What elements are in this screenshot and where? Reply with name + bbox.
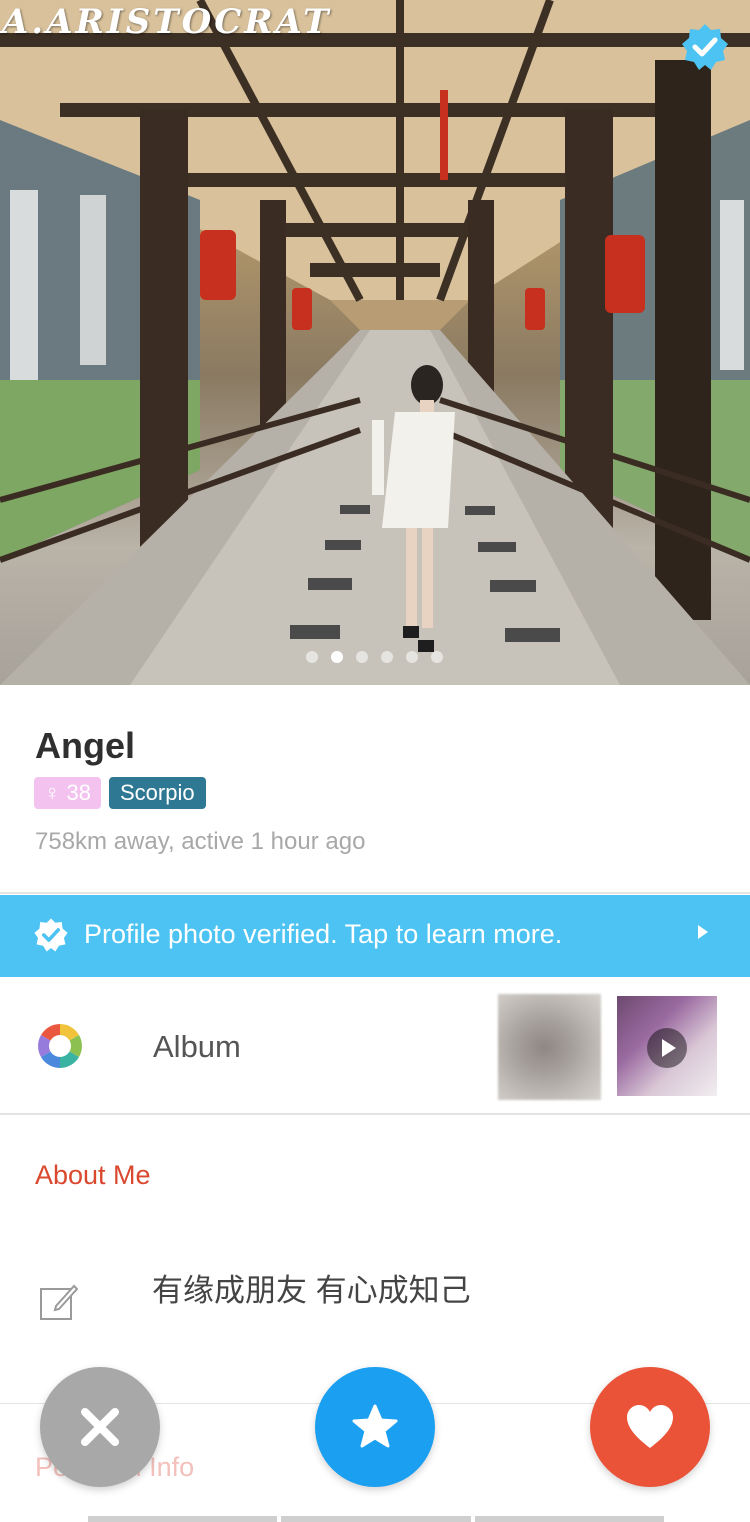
album-row[interactable]: Album (0, 979, 750, 1113)
page-dot[interactable] (356, 651, 368, 663)
verified-badge-icon (682, 24, 728, 70)
photo-scene (0, 0, 750, 685)
verified-check-icon (34, 918, 68, 952)
page-dot[interactable] (306, 651, 318, 663)
album-thumbnail-video[interactable] (617, 996, 717, 1096)
profile-photo[interactable]: A.ARISTOCRAT (0, 0, 750, 685)
page-dot[interactable] (381, 651, 393, 663)
edit-note-icon (40, 1284, 78, 1320)
banner-text: Profile photo verified. Tap to learn mor… (84, 919, 563, 949)
about-me-heading: About Me (35, 1160, 151, 1190)
divider (0, 1113, 750, 1115)
female-icon: ♀ (44, 780, 61, 805)
pass-button[interactable] (40, 1367, 160, 1487)
page-dot[interactable] (431, 651, 443, 663)
about-me-text: 有缘成朋友 有心成知己 (152, 1273, 471, 1308)
photo-verified-banner[interactable]: Profile photo verified. Tap to learn mor… (0, 895, 750, 977)
play-icon (647, 1028, 687, 1068)
close-icon (81, 1408, 119, 1446)
album-thumbnail-blurred[interactable] (498, 994, 601, 1100)
zodiac-badge: Scorpio (108, 777, 206, 809)
page-dot-active[interactable] (331, 651, 343, 663)
album-label: Album (153, 1029, 241, 1064)
heart-icon (627, 1405, 673, 1448)
photo-page-indicator[interactable] (306, 651, 443, 663)
distance-activity-text: 758km away, active 1 hour ago (35, 828, 366, 855)
age-badge: ♀ 38 (34, 777, 101, 809)
profile-info: Angel ♀ 38 Scorpio 758km away, active 1 … (0, 685, 750, 892)
profile-badges: ♀ 38 Scorpio (34, 777, 206, 809)
age-value: 38 (66, 780, 91, 805)
arrow-right-icon (698, 925, 708, 939)
super-like-button[interactable] (315, 1367, 435, 1487)
color-wheel-icon (38, 1024, 82, 1068)
profile-name: Angel (35, 725, 136, 766)
divider (0, 892, 750, 894)
page-dot[interactable] (406, 651, 418, 663)
star-icon (352, 1404, 398, 1448)
watermark-text: A.ARISTOCRAT (2, 2, 332, 42)
like-button[interactable] (590, 1367, 710, 1487)
bottom-tab-indicator (88, 1516, 664, 1522)
